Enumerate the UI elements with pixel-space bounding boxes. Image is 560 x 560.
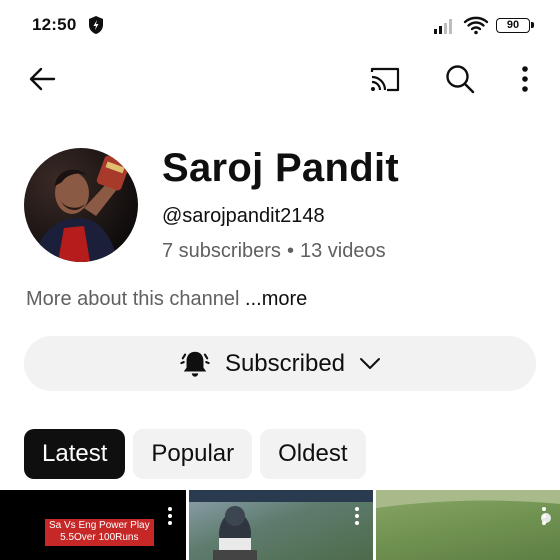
back-arrow-icon bbox=[29, 67, 56, 91]
app-bar bbox=[0, 55, 560, 105]
shield-icon bbox=[87, 15, 105, 35]
about-channel-text: More about this channel bbox=[26, 288, 240, 310]
wifi-icon bbox=[463, 15, 489, 35]
subscribed-label: Subscribed bbox=[224, 349, 346, 377]
search-button[interactable] bbox=[440, 59, 480, 99]
avatar-image bbox=[24, 148, 138, 262]
thumbnail-image bbox=[376, 490, 560, 523]
signal-icon bbox=[433, 17, 457, 35]
channel-stats: 7 subscribers • 13 videos bbox=[162, 240, 386, 263]
channel-avatar[interactable] bbox=[24, 148, 138, 262]
video-thumbnail[interactable] bbox=[376, 490, 560, 560]
about-channel-link[interactable]: More about this channel ...more bbox=[26, 288, 307, 311]
chip-popular[interactable]: Popular bbox=[133, 429, 253, 479]
subscribed-button[interactable]: Subscribed bbox=[24, 336, 536, 391]
back-button[interactable] bbox=[22, 59, 62, 99]
bell-icon bbox=[180, 351, 210, 377]
video-more-icon[interactable] bbox=[168, 507, 172, 525]
stats-separator: • bbox=[286, 240, 294, 262]
status-time: 12:50 bbox=[32, 15, 77, 34]
thumbnail-caption: Sa Vs Eng Power Play 5.5Over 100Runs bbox=[45, 519, 154, 546]
video-more-icon[interactable] bbox=[355, 507, 359, 525]
video-more-icon[interactable] bbox=[542, 507, 546, 525]
video-thumbnail[interactable] bbox=[189, 490, 373, 560]
about-more-link[interactable]: ...more bbox=[245, 288, 307, 310]
status-bar: 12:50 90 bbox=[0, 0, 560, 50]
chevron-down-icon bbox=[360, 357, 381, 369]
thumbnail-image bbox=[189, 490, 373, 560]
search-icon bbox=[446, 65, 475, 94]
more-options-button[interactable] bbox=[505, 59, 545, 99]
chip-oldest[interactable]: Oldest bbox=[260, 429, 366, 479]
sort-chips: Latest Popular Oldest bbox=[24, 429, 366, 479]
channel-handle: @sarojpandit2148 bbox=[162, 205, 325, 227]
chip-latest[interactable]: Latest bbox=[24, 429, 126, 479]
cast-icon bbox=[370, 67, 400, 92]
video-grid: Sa Vs Eng Power Play 5.5Over 100Runs bbox=[0, 490, 560, 560]
subscriber-count: 7 subscribers bbox=[162, 240, 281, 262]
cast-button[interactable] bbox=[365, 59, 405, 99]
more-vert-icon bbox=[522, 66, 528, 92]
video-count: 13 videos bbox=[299, 240, 386, 262]
channel-name: Saroj Pandit bbox=[162, 146, 399, 190]
battery-indicator: 90 bbox=[496, 18, 534, 33]
video-thumbnail[interactable]: Sa Vs Eng Power Play 5.5Over 100Runs bbox=[0, 490, 186, 560]
